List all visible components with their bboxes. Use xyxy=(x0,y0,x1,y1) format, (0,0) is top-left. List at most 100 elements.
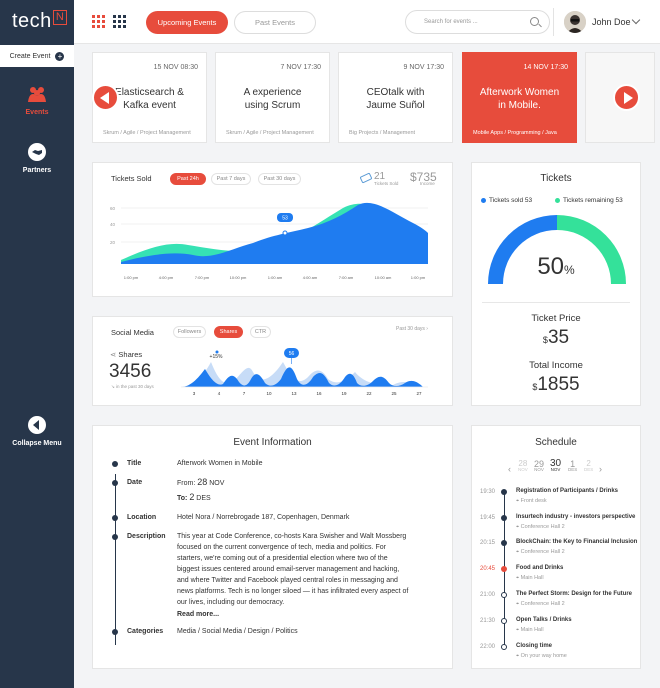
x-tick: 27 xyxy=(416,391,422,396)
schedule-time: 19:45 xyxy=(480,515,496,521)
shares-wave-chart: 56 +15% 3 4 7 10 13 16 19 22 25 27 xyxy=(181,348,428,396)
schedule-item-place: ⌖ Main Hall xyxy=(516,627,544,633)
schedule-item-title[interactable]: Insurtech industry - investors perspecti… xyxy=(516,514,635,520)
day-1[interactable]: 1 DES xyxy=(568,460,577,473)
chart-tooltip-label: 56 xyxy=(289,351,295,357)
arrow-left-icon xyxy=(28,416,46,434)
schedule-item-place: ⌖ Conference Hall 2 xyxy=(516,524,565,530)
timeline-dot xyxy=(501,515,507,521)
collapse-menu-button[interactable]: Collapse Menu xyxy=(0,416,74,447)
event-card-selected[interactable]: 14 NOV 17:30 Afterwork Women in Mobile. … xyxy=(462,52,577,143)
timeline-dot xyxy=(501,489,507,495)
chevron-left-icon[interactable]: ‹ xyxy=(508,464,511,474)
chart-point xyxy=(282,230,288,236)
x-tick: 4 xyxy=(218,391,221,396)
x-tick: 3 xyxy=(193,391,196,396)
people-icon xyxy=(28,87,46,102)
event-card[interactable]: 7 NOV 17:30 A experience using Scrum Skr… xyxy=(215,52,330,143)
x-tick: 10:00 pm xyxy=(230,275,247,280)
x-tick: 1:00 pm xyxy=(411,275,426,280)
event-card-title: CEOtalk with Jaume Suñol xyxy=(366,87,425,111)
schedule-time: 22:00 xyxy=(480,644,496,650)
pin-icon: ⌖ xyxy=(516,575,520,581)
schedule-item-place: ⌖ Conference Hall 2 xyxy=(516,601,565,607)
read-more-link[interactable]: Read more... xyxy=(177,609,219,620)
legend-remaining: Tickets remaining 53 xyxy=(555,197,623,204)
schedule-item-title[interactable]: The Perfect Storm: Design for the Future xyxy=(516,591,632,597)
description-text: This year at Code Conference, co-hosts K… xyxy=(177,533,409,606)
schedule-panel: Schedule ‹ 28 NOV 29 NOV 30 NOV 1 DES 2 DES ›… xyxy=(471,425,641,669)
create-event-button[interactable]: Create Event + xyxy=(0,45,74,67)
x-tick: 22 xyxy=(366,391,372,396)
chevron-right-icon[interactable]: › xyxy=(599,464,602,474)
timeline-dot xyxy=(112,629,118,635)
schedule-item-title[interactable]: BlockChain: the Key to Financial Inclusi… xyxy=(516,539,637,545)
pin-icon: ⌖ xyxy=(516,524,520,530)
search-input[interactable]: Search for events ... xyxy=(405,10,550,34)
schedule-time: 21:30 xyxy=(480,618,496,624)
schedule-item-place: ⌖ Main Hall xyxy=(516,575,544,581)
event-card[interactable]: 9 NOV 17:30 CEOtalk with Jaume Suñol Big… xyxy=(338,52,453,143)
y-tick: 40 xyxy=(110,222,116,227)
timeline-dot xyxy=(501,644,507,650)
tab-past-events[interactable]: Past Events xyxy=(234,11,316,34)
x-tick: 10:00 am xyxy=(375,275,392,280)
app-logo[interactable]: tech N xyxy=(12,10,68,33)
total-income: $1855 xyxy=(532,374,580,395)
plus-icon: + xyxy=(55,51,65,61)
timeline-dot xyxy=(112,480,118,486)
total-income-label: Total Income xyxy=(529,360,583,371)
x-tick: 25 xyxy=(391,391,397,396)
date-label: Date xyxy=(127,479,143,486)
schedule-item-title[interactable]: Open Talks / Drinks xyxy=(516,617,572,623)
categories-value: Media / Social Media / Design / Politics xyxy=(177,628,298,635)
social-media-panel: Social Media Followers Shares CTR Past 3… xyxy=(92,316,453,406)
tab-upcoming-events[interactable]: Upcoming Events xyxy=(146,11,228,34)
schedule-time: 19:30 xyxy=(480,489,496,495)
avatar[interactable] xyxy=(564,11,586,33)
search-icon[interactable] xyxy=(530,17,539,26)
x-tick: 1:00 pm xyxy=(124,275,139,280)
x-tick: 4:00 am xyxy=(303,275,318,280)
sidebar-item-partners[interactable]: Partners xyxy=(0,143,74,174)
event-information-panel: Event Information Title Afterwork Women … xyxy=(92,425,453,669)
carousel-next-arrow-icon[interactable] xyxy=(613,84,640,111)
schedule-time: 21:00 xyxy=(480,592,496,598)
location-value: Hotel Nora / Norrebrogade 187, Copenhage… xyxy=(177,514,350,521)
tickets-sold-panel: Tickets Sold Past 24h Past 7 days Past 3… xyxy=(92,162,453,297)
x-tick: 7 xyxy=(243,391,246,396)
timeline-dot xyxy=(112,534,118,540)
x-tick: 1:00 am xyxy=(268,275,283,280)
schedule-item-place: ⌖ Conference Hall 2 xyxy=(516,549,565,555)
schedule-item-title[interactable]: Registration of Participants / Drinks xyxy=(516,488,618,494)
date-from: From: 28 NOV xyxy=(177,477,225,487)
sidebar-item-events[interactable]: Events xyxy=(0,86,74,116)
timeline-line xyxy=(114,474,116,645)
schedule-item-title[interactable]: Food and Drinks xyxy=(516,565,563,571)
y-tick: 60 xyxy=(110,206,116,211)
day-2[interactable]: 2 DES xyxy=(584,460,593,473)
carousel-prev-arrow-icon[interactable] xyxy=(92,84,119,111)
grid-view-icon[interactable] xyxy=(113,15,126,28)
event-card-date: 14 NOV 17:30 xyxy=(523,64,568,71)
calendar-view-icon[interactable] xyxy=(92,15,105,28)
location-label: Location xyxy=(127,514,157,521)
user-name[interactable]: John Doe xyxy=(592,17,631,27)
day-28[interactable]: 28 NOV xyxy=(518,460,528,473)
ticket-price-label: Ticket Price xyxy=(531,313,581,324)
x-tick: 4:00 pm xyxy=(159,275,174,280)
day-29[interactable]: 29 NOV xyxy=(534,460,544,473)
sidebar-item-events-label: Events xyxy=(25,109,49,116)
event-card-date: 15 NOV 08:30 xyxy=(153,64,198,71)
schedule-item-title[interactable]: Closing time xyxy=(516,643,552,649)
schedule-item-place: ⌖ On your way home xyxy=(516,653,567,659)
pin-icon: ⌖ xyxy=(516,498,520,504)
x-ticks: 1:00 pm 4:00 pm 7:00 pm 10:00 pm 1:00 am… xyxy=(124,275,426,280)
panel-title: Event Information xyxy=(233,437,312,448)
chevron-down-icon[interactable] xyxy=(631,15,641,25)
timeline-dot xyxy=(501,618,507,624)
top-bar: Upcoming Events Past Events Search for e… xyxy=(74,0,660,44)
x-tick: 7:00 pm xyxy=(195,275,210,280)
day-30-selected[interactable]: 30 NOV xyxy=(550,459,561,473)
x-tick: 19 xyxy=(341,391,347,396)
